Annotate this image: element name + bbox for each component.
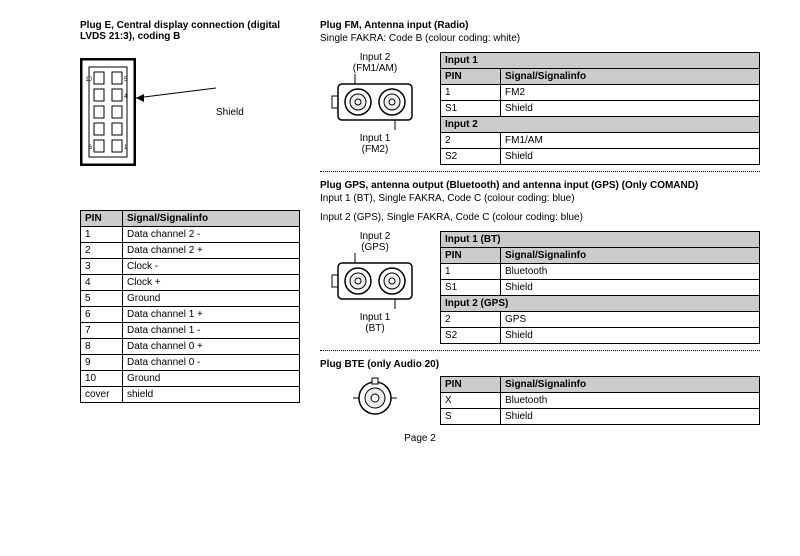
plug-fm-th-signal: Signal/Signalinfo (501, 69, 760, 85)
table-row: 10Ground (81, 371, 300, 387)
plug-fm-section2: Input 2 (441, 117, 760, 133)
plug-fm-label-top: Input 2(FM1/AM) (320, 52, 430, 74)
plug-fm-subtitle: Single FAKRA: Code B (colour coding: whi… (320, 33, 760, 44)
plug-gps-section1: Input 1 (BT) (441, 232, 760, 248)
plug-e-shield-label: Shield (216, 107, 244, 118)
table-row: 1Data channel 2 - (81, 227, 300, 243)
plug-fm-title: Plug FM, Antenna input (Radio) (320, 20, 760, 31)
table-row: 1FM2 (441, 85, 760, 101)
plug-bte-title: Plug BTE (only Audio 20) (320, 359, 760, 370)
table-row: covershield (81, 387, 300, 403)
plug-gps-connector-diagram: Input 2(GPS) Input 1(BT) (320, 231, 430, 334)
plug-bte-connector-diagram (320, 376, 430, 423)
table-row: SShield (441, 409, 760, 425)
plug-e-connector-diagram: 10 6 5 4 1 Shield (80, 58, 300, 166)
plug-fm-connector-diagram: Input 2(FM1/AM) Input 1(FM2) (320, 52, 430, 155)
plug-bte-th-pin: PIN (441, 377, 501, 393)
table-row: 2Data channel 2 + (81, 243, 300, 259)
plug-gps-th-pin: PIN (441, 248, 501, 264)
plug-bte-pin-table: PINSignal/Signalinfo XBluetooth SShield (440, 376, 760, 425)
plug-gps-label-top: Input 2(GPS) (320, 231, 430, 253)
table-row: S1Shield (441, 280, 760, 296)
table-row: S2Shield (441, 328, 760, 344)
table-row: 6Data channel 1 + (81, 307, 300, 323)
plug-gps-title: Plug GPS, antenna output (Bluetooth) and… (320, 180, 760, 191)
plug-e-title: Plug E, Central display connection (digi… (80, 20, 300, 42)
plug-fm-section1: Input 1 (441, 53, 760, 69)
table-row: 7Data channel 1 - (81, 323, 300, 339)
table-row: 2GPS (441, 312, 760, 328)
table-row: 9Data channel 0 - (81, 355, 300, 371)
plug-bte-th-signal: Signal/Signalinfo (501, 377, 760, 393)
table-row: 1Bluetooth (441, 264, 760, 280)
table-row: 8Data channel 0 + (81, 339, 300, 355)
plug-gps-pin-table: Input 1 (BT) PINSignal/Signalinfo 1Bluet… (440, 231, 760, 344)
plug-gps-th-signal: Signal/Signalinfo (501, 248, 760, 264)
table-row: 4Clock + (81, 275, 300, 291)
table-row: S2Shield (441, 149, 760, 165)
divider (320, 171, 760, 172)
svg-text:10: 10 (85, 77, 92, 83)
plug-gps-section2: Input 2 (GPS) (441, 296, 760, 312)
table-row: XBluetooth (441, 393, 760, 409)
plug-e-pin-table: PIN Signal/Signalinfo 1Data channel 2 - … (80, 210, 300, 403)
table-row: 3Clock - (81, 259, 300, 275)
plug-gps-label-bottom: Input 1(BT) (320, 312, 430, 334)
plug-e-th-pin: PIN (81, 211, 123, 227)
page-number: Page 2 (80, 433, 760, 444)
plug-fm-th-pin: PIN (441, 69, 501, 85)
plug-gps-line1: Input 1 (BT), Single FAKRA, Code C (colo… (320, 193, 760, 204)
table-row: S1Shield (441, 101, 760, 117)
table-row: 5Ground (81, 291, 300, 307)
plug-fm-pin-table: Input 1 PINSignal/Signalinfo 1FM2 S1Shie… (440, 52, 760, 165)
table-row: 2FM1/AM (441, 133, 760, 149)
plug-gps-line2: Input 2 (GPS), Single FAKRA, Code C (col… (320, 212, 760, 223)
plug-fm-label-bottom: Input 1(FM2) (320, 133, 430, 155)
plug-e-th-signal: Signal/Signalinfo (123, 211, 300, 227)
divider (320, 350, 760, 351)
